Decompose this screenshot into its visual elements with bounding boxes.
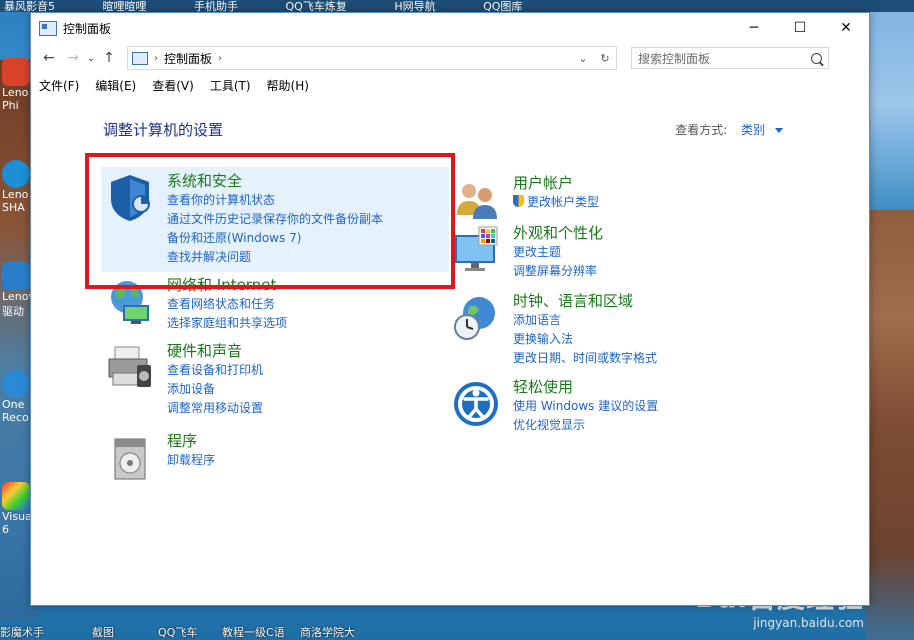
desktop-icon-label[interactable]: 手机助手 [190,1,238,13]
address-field[interactable]: › 控制面板 › ⌄ ↻ [127,46,617,70]
category-link[interactable]: 调整屏幕分辨率 [513,262,603,281]
main-content: 调整计算机的设置 查看方式: 类别 系统和安全 查看你的计算机状态 通过文件历史… [31,97,869,597]
category-title[interactable]: 程序 [167,431,215,451]
category-link[interactable]: 更改帐户类型 [513,193,599,212]
printer-icon[interactable] [105,343,155,393]
category-title[interactable]: 外观和个性化 [513,223,603,243]
category-link[interactable]: 更改日期、时间或数字格式 [513,349,657,368]
watermark-url: jingyan.baidu.com [753,616,864,630]
minimize-button[interactable]: ─ [731,13,777,43]
chevron-down-icon[interactable] [775,128,783,133]
view-by-label: 查看方式: [675,123,728,137]
window-title: 控制面板 [63,21,112,36]
annotation-red-box [85,153,455,289]
menu-view[interactable]: 查看(V) [152,77,194,94]
back-button[interactable]: ← [37,46,61,70]
breadcrumb-separator-icon[interactable]: › [218,53,222,64]
desktop-icon-label[interactable]: 影魔术手 [0,624,44,640]
forward-button[interactable]: → [61,46,85,70]
up-button[interactable]: ↑ [97,46,121,70]
menu-file[interactable]: 文件(F) [39,77,79,94]
ease-of-access-icon[interactable] [451,379,501,429]
app-icon [2,262,30,290]
category-title[interactable]: 硬件和声音 [167,341,263,361]
desktop-icon-label[interactable]: 截图 [92,624,114,640]
page-title: 调整计算机的设置 [103,121,224,139]
search-input[interactable]: 搜索控制面板 [631,47,829,69]
control-panel-icon [39,20,57,36]
refresh-icon[interactable]: ↻ [594,52,616,65]
app-icon [2,58,30,86]
category-link[interactable]: 优化视觉显示 [513,416,658,435]
menu-tools[interactable]: 工具(T) [210,77,251,94]
category-title[interactable]: 轻松使用 [513,377,658,397]
category-link-label: 更改帐户类型 [527,195,600,209]
user-accounts-icon[interactable] [451,175,501,225]
category-link[interactable]: 卸载程序 [167,451,215,470]
uac-shield-icon [513,195,524,207]
desktop-sky [866,0,914,210]
view-by-dropdown[interactable]: 类别 [741,123,765,137]
search-icon[interactable] [811,52,822,64]
control-panel-window: 控制面板 ─ ☐ ✕ ← → ⌄ ↑ › 控制面板 › ⌄ ↻ 搜索控制面板 文… [30,12,870,606]
address-bar-row: ← → ⌄ ↑ › 控制面板 › ⌄ ↻ 搜索控制面板 [31,43,869,73]
menu-bar: 文件(F) 编辑(E) 查看(V) 工具(T) 帮助(H) [31,73,869,97]
desktop-icon-label[interactable]: 教程一级C语 [222,624,285,640]
maximize-button[interactable]: ☐ [777,13,823,43]
desktop-icon-label[interactable]: QQ飞车炼复 [282,1,347,13]
menu-edit[interactable]: 编辑(E) [95,77,136,94]
menu-help[interactable]: 帮助(H) [267,77,309,94]
app-icon [2,370,30,398]
clock-globe-icon[interactable] [451,293,501,343]
app-icon [2,482,30,510]
desktop-top-icon-labels: 暴风影音5 暄哩暄哩 手机助手 QQ飞车炼复 H网导航 QQ图库 [0,0,914,12]
desktop-icon-label[interactable]: QQ图库 [479,1,522,13]
desktop-icon-label[interactable]: QQ飞车 [158,624,197,640]
search-placeholder: 搜索控制面板 [638,51,711,66]
category-link[interactable]: 添加语言 [513,311,657,330]
app-icon [2,160,30,188]
desktop-icon-label[interactable]: 商洛学院大 [300,624,355,640]
desktop-icon-label[interactable]: 暴风影音5 [0,1,55,13]
category-link[interactable]: 查看网络状态和任务 [167,295,287,314]
view-by: 查看方式: 类别 [675,121,783,138]
breadcrumb-control-panel[interactable]: 控制面板 [164,50,212,67]
window-controls: ─ ☐ ✕ [731,13,869,43]
category-link[interactable]: 使用 Windows 建议的设置 [513,397,658,416]
category-link[interactable]: 查看设备和打印机 [167,361,263,380]
category-link[interactable]: 更改主题 [513,243,603,262]
category-link[interactable]: 调整常用移动设置 [167,399,263,418]
category-title[interactable]: 用户帐户 [513,173,599,193]
breadcrumb-separator-icon[interactable]: › [154,53,158,64]
category-link[interactable]: 添加设备 [167,380,263,399]
close-button[interactable]: ✕ [823,13,869,43]
category-title[interactable]: 时钟、语言和区域 [513,291,657,311]
programs-icon[interactable] [105,433,155,483]
title-bar[interactable]: 控制面板 ─ ☐ ✕ [31,13,869,43]
category-link[interactable]: 更换输入法 [513,330,657,349]
desktop-rock-right [866,210,914,640]
desktop-icon-label[interactable]: H网导航 [390,1,435,13]
control-panel-icon [132,51,148,65]
recent-locations-button[interactable]: ⌄ [85,46,97,70]
monitor-palette-icon[interactable] [451,225,501,275]
category-link[interactable]: 选择家庭组和共享选项 [167,314,287,333]
desktop-icon-label[interactable]: 暄哩暄哩 [99,1,147,13]
address-dropdown-icon[interactable]: ⌄ [572,52,594,65]
